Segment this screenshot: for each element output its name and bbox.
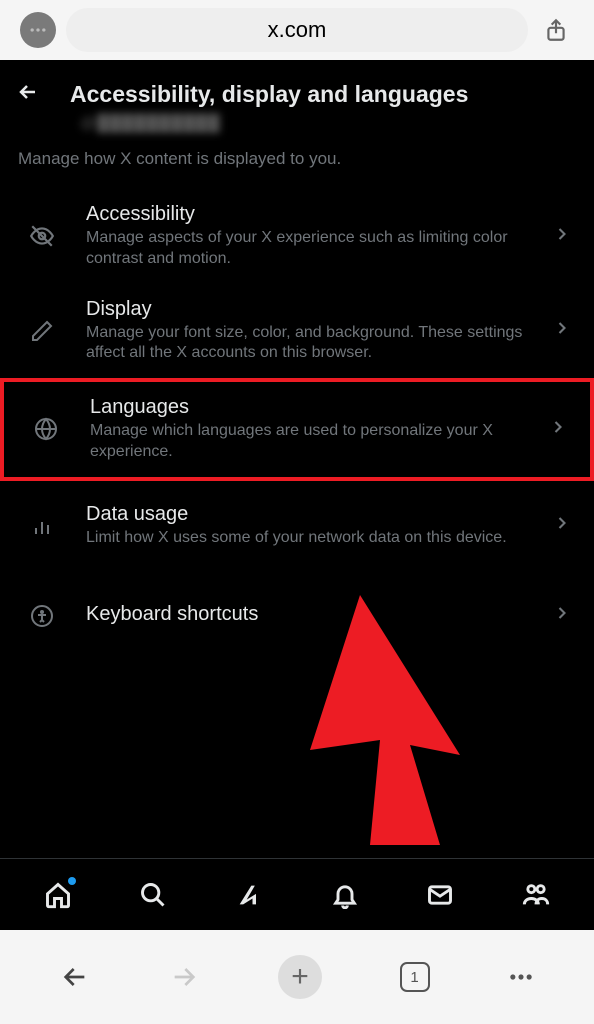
browser-address-bar: x.com	[0, 0, 594, 60]
chevron-right-icon	[548, 417, 568, 442]
setting-item-keyboard[interactable]: Keyboard shortcuts	[0, 571, 594, 661]
setting-desc: Manage which languages are used to perso…	[90, 421, 540, 463]
accessibility-person-icon	[26, 604, 58, 628]
share-icon[interactable]	[538, 17, 574, 43]
url-display[interactable]: x.com	[66, 8, 528, 52]
tabs-button[interactable]: 1	[400, 962, 430, 992]
setting-item-display[interactable]: Display Manage your font size, color, an…	[0, 284, 594, 379]
browser-menu-icon[interactable]	[507, 963, 535, 991]
communities-icon[interactable]	[520, 879, 552, 911]
header-row: Accessibility, display and languages	[0, 60, 594, 113]
grok-icon[interactable]	[233, 879, 265, 911]
setting-desc: Limit how X uses some of your network da…	[86, 528, 544, 549]
main-content: Accessibility, display and languages @██…	[0, 60, 594, 930]
home-icon[interactable]	[42, 879, 74, 911]
globe-icon	[30, 417, 62, 441]
setting-title: Display	[86, 298, 544, 321]
setting-item-data-usage[interactable]: Data usage Limit how X uses some of your…	[0, 481, 594, 571]
back-arrow-icon[interactable]	[16, 80, 40, 109]
setting-item-accessibility[interactable]: Accessibility Manage aspects of your X e…	[0, 189, 594, 284]
chevron-right-icon	[552, 513, 572, 538]
pencil-icon	[26, 319, 58, 343]
chevron-right-icon	[552, 318, 572, 343]
browser-more-icon[interactable]	[20, 12, 56, 48]
browser-forward-icon[interactable]	[168, 961, 200, 993]
page-title: Accessibility, display and languages	[70, 81, 468, 108]
browser-back-icon[interactable]	[59, 961, 91, 993]
page-subtitle: Manage how X content is displayed to you…	[0, 133, 594, 189]
bottom-nav	[0, 858, 594, 930]
setting-item-languages[interactable]: Languages Manage which languages are use…	[0, 378, 594, 481]
setting-desc: Manage your font size, color, and backgr…	[86, 323, 544, 365]
mail-icon[interactable]	[424, 879, 456, 911]
new-tab-button[interactable]: +	[278, 955, 322, 999]
eye-off-icon	[26, 223, 58, 249]
bar-chart-icon	[26, 514, 58, 538]
setting-title: Accessibility	[86, 203, 544, 226]
notification-dot	[68, 877, 76, 885]
chevron-right-icon	[552, 224, 572, 249]
chevron-right-icon	[552, 603, 572, 628]
account-handle-blurred: @██████████	[80, 115, 594, 133]
setting-title: Languages	[90, 396, 540, 419]
browser-toolbar: + 1	[0, 930, 594, 1024]
setting-title: Data usage	[86, 503, 544, 526]
search-icon[interactable]	[137, 879, 169, 911]
setting-title: Keyboard shortcuts	[86, 603, 544, 626]
setting-desc: Manage aspects of your X experience such…	[86, 228, 544, 270]
bell-icon[interactable]	[329, 879, 361, 911]
